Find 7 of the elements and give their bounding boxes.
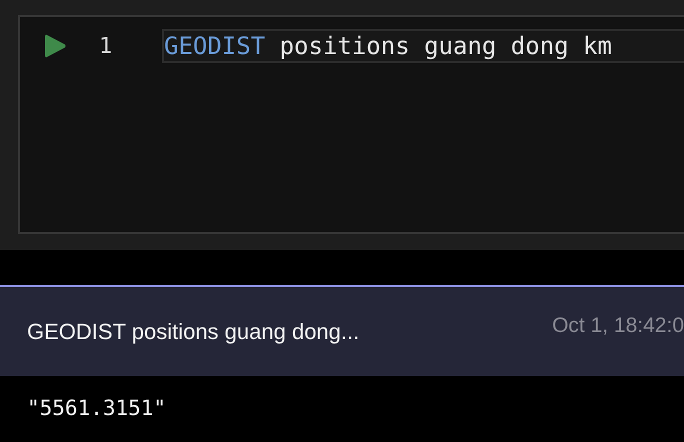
play-icon[interactable] — [45, 34, 66, 58]
history-entry[interactable]: GEODIST positions guang dong... Oct 1, 18:42:0 — [0, 285, 684, 376]
code-editor[interactable]: 1 GEODIST positions guang dong km — [18, 15, 684, 234]
result-value: "5561.3151" — [27, 396, 166, 420]
line-number: 1 — [99, 34, 114, 58]
command-text: GEODIST positions guang dong... — [27, 318, 360, 344]
timestamp: Oct 1, 18:42:0 — [552, 314, 684, 338]
